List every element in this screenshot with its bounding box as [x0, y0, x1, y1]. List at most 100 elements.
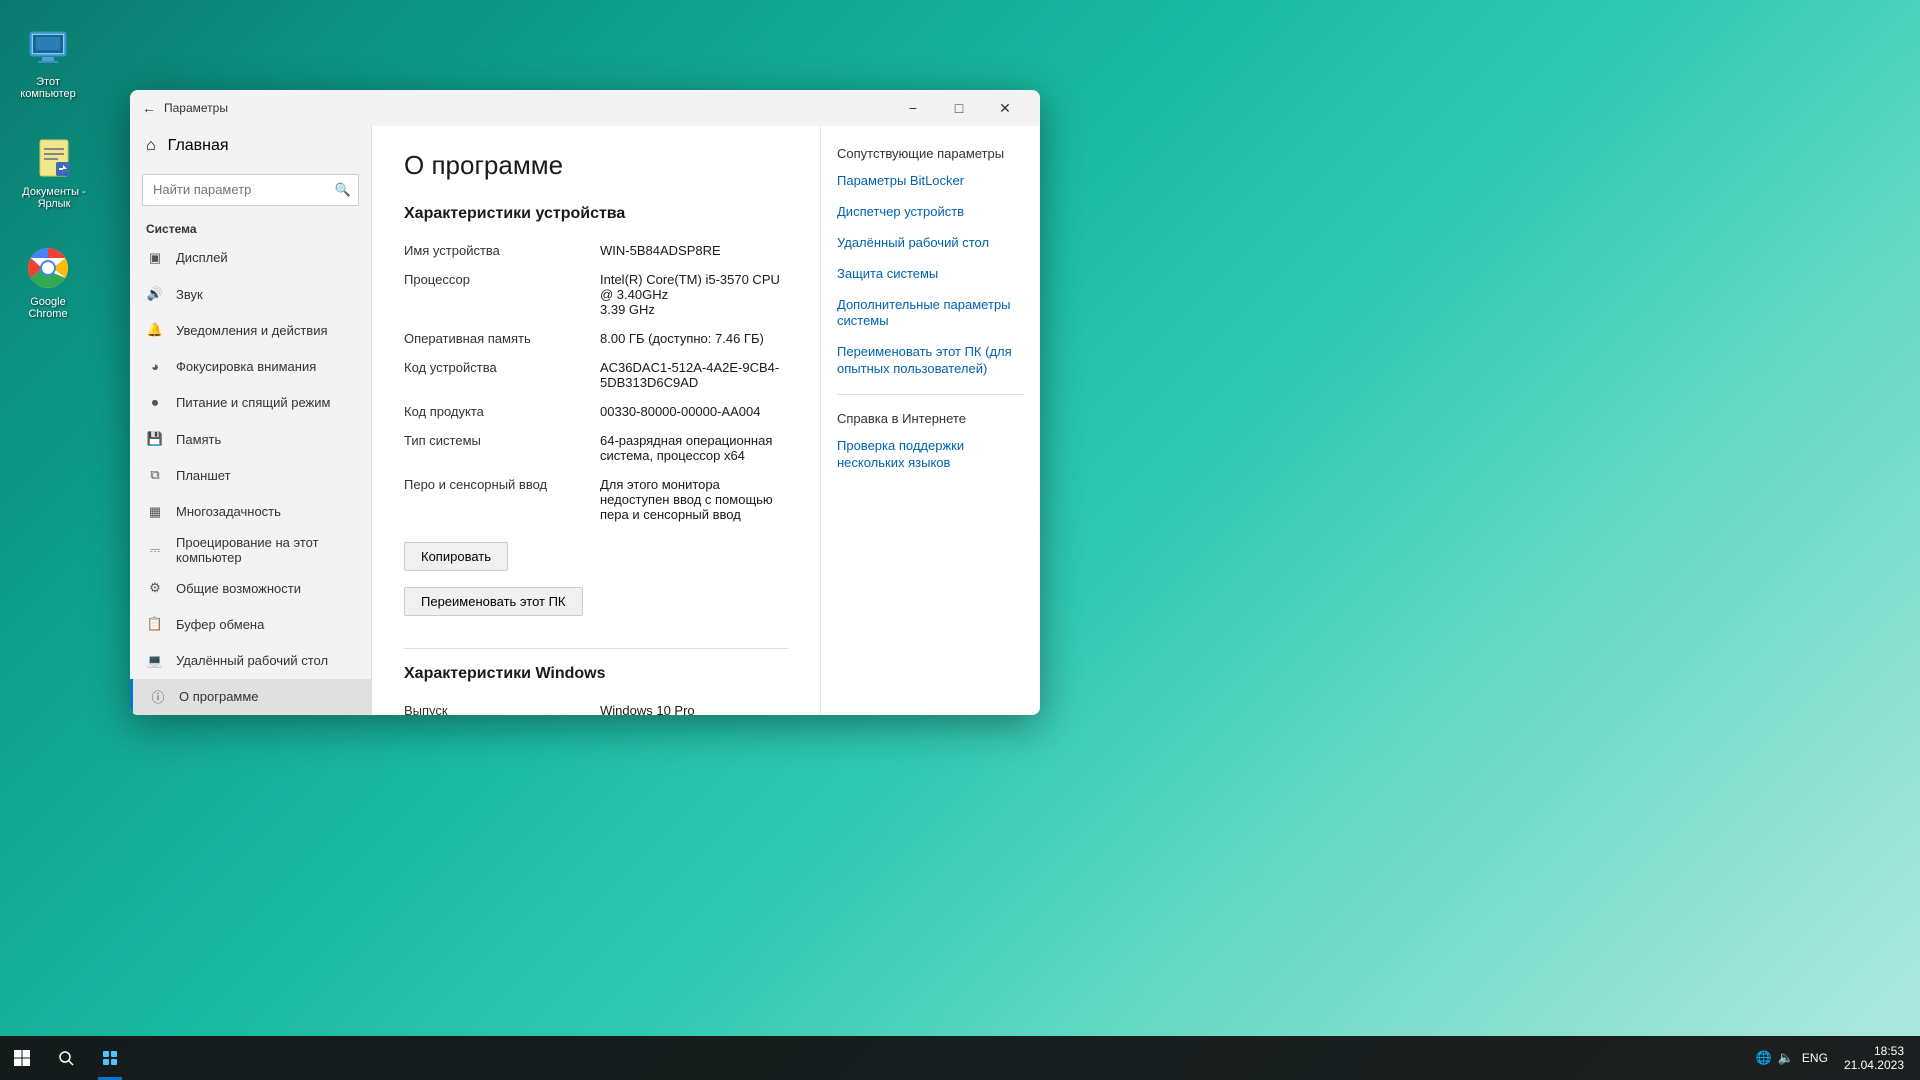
display-icon: ▣	[146, 249, 164, 267]
about-icon: ⓘ	[149, 688, 167, 706]
rename-advanced-link[interactable]: Переименовать этот ПК (для опытных польз…	[837, 344, 1024, 378]
notifications-label: Уведомления и действия	[176, 323, 328, 338]
accessibility-label: Общие возможности	[176, 581, 301, 596]
chrome-icon-label: Google Chrome	[12, 296, 84, 320]
documents-icon-label: Документы - Ярлык	[18, 186, 90, 210]
desktop-icon-chrome[interactable]: Google Chrome	[8, 240, 88, 324]
sidebar-item-focus[interactable]: ◕ Фокусировка внимания	[130, 349, 371, 385]
memory-label: Память	[176, 432, 221, 447]
remote-desktop-link[interactable]: Удалённый рабочий стол	[837, 235, 1024, 252]
notifications-icon: 🔔	[146, 321, 164, 339]
sidebar-item-clipboard[interactable]: 📋 Буфер обмена	[130, 606, 371, 642]
remote-label: Удалённый рабочий стол	[176, 653, 328, 668]
sidebar-item-memory[interactable]: 💾 Память	[130, 421, 371, 457]
about-label: О программе	[179, 689, 259, 704]
lang-indicator: ENG	[1802, 1051, 1828, 1065]
windows-info-grid: Выпуск Windows 10 Pro Версия 22H2 Дата у…	[404, 699, 788, 715]
sidebar-search-container: 🔍	[142, 174, 359, 206]
focus-icon: ◕	[146, 358, 164, 376]
memory-icon: 💾	[146, 430, 164, 448]
sound-icon: 🔊	[146, 285, 164, 303]
start-button[interactable]	[0, 1036, 44, 1080]
sidebar: ⌂ Главная 🔍 Система ▣ Дисплей 🔊 Звук	[130, 126, 372, 715]
minimize-button[interactable]: −	[890, 90, 936, 126]
home-label: Главная	[168, 137, 229, 155]
display-label: Дисплей	[176, 250, 228, 265]
search-input[interactable]	[142, 174, 359, 206]
windows-logo-icon	[13, 1049, 31, 1067]
taskbar-search-icon	[58, 1050, 74, 1066]
sidebar-item-about[interactable]: ⓘ О программе	[130, 679, 371, 715]
related-params-title: Сопутствующие параметры	[837, 146, 1024, 161]
pen-touch-value: Для этого монитора недоступен ввод с пом…	[600, 473, 788, 526]
accessibility-icon: ⚙	[146, 579, 164, 597]
taskbar-clock[interactable]: 18:53 21.04.2023	[1836, 1040, 1912, 1076]
sidebar-item-multitasking[interactable]: ▦ Многозадачность	[130, 494, 371, 530]
edition-value: Windows 10 Pro	[600, 699, 788, 715]
tablet-label: Планшет	[176, 468, 231, 483]
pen-touch-label: Перо и сенсорный ввод	[404, 473, 584, 526]
sidebar-item-power[interactable]: ⏺ Питание и спящий режим	[130, 385, 371, 421]
device-manager-link[interactable]: Диспетчер устройств	[837, 204, 1024, 221]
focus-label: Фокусировка внимания	[176, 359, 316, 374]
home-icon: ⌂	[146, 137, 156, 155]
sidebar-item-projection[interactable]: ⎓ Проецирование на этот компьютер	[130, 530, 371, 570]
back-button[interactable]: ←	[142, 100, 156, 116]
main-content: О программе Характеристики устройства Им…	[372, 126, 820, 715]
clock-date: 21.04.2023	[1844, 1058, 1904, 1072]
sound-label: Звук	[176, 287, 203, 302]
window-controls: − □ ✕	[890, 90, 1028, 126]
multitasking-icon: ▦	[146, 503, 164, 521]
sidebar-item-sound[interactable]: 🔊 Звук	[130, 276, 371, 312]
multitasking-label: Многозадачность	[176, 504, 281, 519]
device-name-label: Имя устройства	[404, 239, 584, 262]
sidebar-home[interactable]: ⌂ Главная	[130, 126, 371, 166]
system-type-value: 64-разрядная операционная система, проце…	[600, 429, 788, 467]
chrome-icon	[24, 244, 72, 292]
documents-icon	[30, 134, 78, 182]
copy-device-button[interactable]: Копировать	[404, 542, 508, 571]
device-section-title: Характеристики устройства	[404, 205, 788, 223]
desktop-icon-computer[interactable]: Этот компьютер	[8, 20, 88, 104]
desktop-icon-documents[interactable]: Документы - Ярлык	[14, 130, 94, 214]
sidebar-item-tablet[interactable]: ⧉ Планшет	[130, 457, 371, 493]
device-id-value: AC36DAC1-512A-4A2E-9CB4-5DB313D6C9AD	[600, 356, 788, 394]
close-button[interactable]: ✕	[982, 90, 1028, 126]
taskbar-settings-item[interactable]	[88, 1036, 132, 1080]
page-title: О программе	[404, 150, 788, 181]
rename-pc-button[interactable]: Переименовать этот ПК	[404, 587, 583, 616]
settings-body: ⌂ Главная 🔍 Система ▣ Дисплей 🔊 Звук	[130, 126, 1040, 715]
volume-icon: 🔈	[1778, 1050, 1794, 1066]
product-id-label: Код продукта	[404, 400, 584, 423]
settings-window: ← Параметры − □ ✕ ⌂ Главная 🔍 Система	[130, 90, 1040, 715]
power-icon: ⏺	[146, 394, 164, 412]
bitlocker-link[interactable]: Параметры BitLocker	[837, 173, 1024, 190]
sidebar-item-display[interactable]: ▣ Дисплей	[130, 240, 371, 276]
right-panel: Сопутствующие параметры Параметры BitLoc…	[820, 126, 1040, 715]
sidebar-item-remote[interactable]: 💻 Удалённый рабочий стол	[130, 642, 371, 678]
system-section-label: Система	[130, 214, 371, 240]
advanced-params-link[interactable]: Дополнительные параметры системы	[837, 297, 1024, 331]
maximize-button[interactable]: □	[936, 90, 982, 126]
clipboard-label: Буфер обмена	[176, 617, 264, 632]
product-id-value: 00330-80000-00000-AA004	[600, 400, 788, 423]
section-divider	[404, 648, 788, 649]
search-taskbar[interactable]	[44, 1036, 88, 1080]
multilang-support-link[interactable]: Проверка поддержки нескольких языков	[837, 438, 1024, 472]
power-label: Питание и спящий режим	[176, 395, 330, 410]
sidebar-item-accessibility[interactable]: ⚙ Общие возможности	[130, 570, 371, 606]
sidebar-item-notifications[interactable]: 🔔 Уведомления и действия	[130, 312, 371, 348]
clipboard-icon: 📋	[146, 615, 164, 633]
projection-label: Проецирование на этот компьютер	[176, 535, 355, 565]
computer-icon-label: Этот компьютер	[12, 76, 84, 100]
remote-icon: 💻	[146, 652, 164, 670]
title-bar: ← Параметры − □ ✕	[130, 90, 1040, 126]
right-divider	[837, 394, 1024, 395]
system-protection-link[interactable]: Защита системы	[837, 266, 1024, 283]
computer-icon	[24, 24, 72, 72]
device-id-label: Код устройства	[404, 356, 584, 394]
taskbar-settings-icon	[101, 1049, 119, 1067]
ram-label: Оперативная память	[404, 327, 584, 350]
desktop: Этот компьютер Документы - Ярлык	[0, 0, 1920, 1080]
device-name-value: WIN-5B84ADSP8RE	[600, 239, 788, 262]
